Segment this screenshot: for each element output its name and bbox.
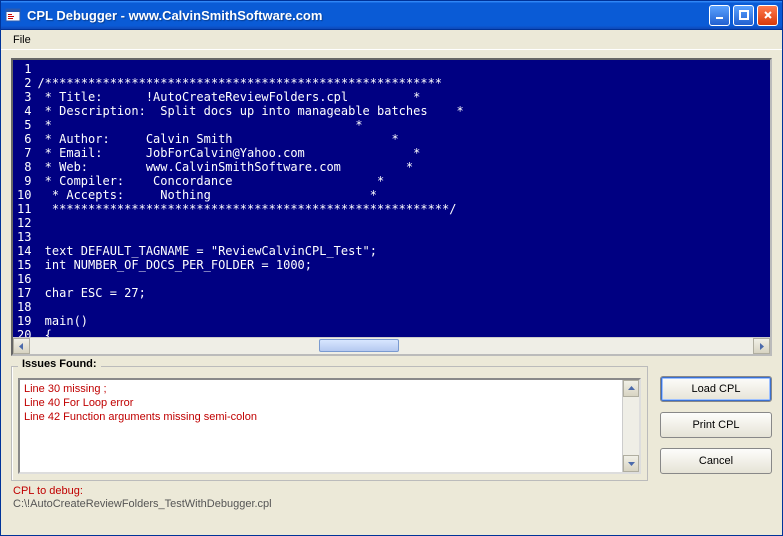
issue-line[interactable]: Line 30 missing ; [24, 382, 635, 396]
scroll-thumb[interactable] [319, 339, 399, 352]
code-editor[interactable]: 1 2 3 4 5 6 7 8 9 10 11 12 13 14 15 16 1… [11, 58, 772, 356]
menu-file[interactable]: File [5, 32, 39, 48]
issues-group: Issues Found: Line 30 missing ;Line 40 F… [11, 366, 648, 481]
footer-label: CPL to debug: [13, 485, 770, 497]
window-controls [709, 5, 778, 26]
close-button[interactable] [757, 5, 778, 26]
footer-path: C:\!AutoCreateReviewFolders_TestWithDebu… [13, 498, 770, 510]
code-view[interactable]: 1 2 3 4 5 6 7 8 9 10 11 12 13 14 15 16 1… [13, 60, 770, 337]
maximize-button[interactable] [733, 5, 754, 26]
scroll-track[interactable] [623, 397, 639, 455]
scroll-down-button[interactable] [623, 455, 639, 472]
code-body[interactable]: /***************************************… [37, 62, 768, 337]
titlebar[interactable]: CPL Debugger - www.CalvinSmithSoftware.c… [1, 1, 782, 30]
client-area: 1 2 3 4 5 6 7 8 9 10 11 12 13 14 15 16 1… [1, 50, 782, 535]
cancel-button[interactable]: Cancel [660, 448, 772, 474]
issues-vertical-scrollbar[interactable] [622, 380, 639, 472]
scroll-track[interactable] [30, 338, 753, 354]
button-column: Load CPL Print CPL Cancel [660, 366, 772, 481]
window-title: CPL Debugger - www.CalvinSmithSoftware.c… [27, 8, 709, 23]
minimize-button[interactable] [709, 5, 730, 26]
issues-list[interactable]: Line 30 missing ;Line 40 For Loop errorL… [18, 378, 641, 474]
lower-row: Issues Found: Line 30 missing ;Line 40 F… [11, 366, 772, 481]
load-cpl-button[interactable]: Load CPL [660, 376, 772, 402]
issues-legend: Issues Found: [18, 358, 101, 370]
scroll-left-button[interactable] [13, 338, 30, 354]
scroll-right-button[interactable] [753, 338, 770, 354]
line-gutter: 1 2 3 4 5 6 7 8 9 10 11 12 13 14 15 16 1… [17, 62, 37, 337]
issue-line[interactable]: Line 40 For Loop error [24, 396, 635, 410]
app-window: CPL Debugger - www.CalvinSmithSoftware.c… [0, 0, 783, 536]
footer: CPL to debug: C:\!AutoCreateReviewFolder… [11, 481, 772, 510]
issue-line[interactable]: Line 42 Function arguments missing semi-… [24, 410, 635, 424]
scroll-up-button[interactable] [623, 380, 639, 397]
horizontal-scrollbar[interactable] [13, 337, 770, 354]
menubar: File [1, 30, 782, 50]
print-cpl-button[interactable]: Print CPL [660, 412, 772, 438]
app-icon [5, 7, 21, 23]
